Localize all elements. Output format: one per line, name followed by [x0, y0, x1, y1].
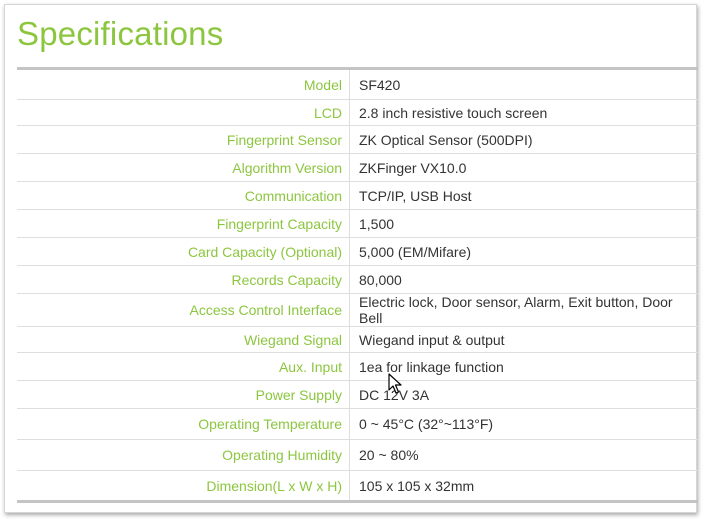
spec-label: Communication [17, 181, 350, 210]
spec-label: Operating Temperature [17, 408, 350, 440]
spec-label: Power Supply [17, 380, 350, 409]
spec-row: Wiegand Signal Wiegand input & output [17, 326, 698, 353]
spec-row: Fingerprint Sensor ZK Optical Sensor (500… [17, 125, 698, 154]
spec-value: Wiegand input & output [349, 326, 698, 353]
spec-value: 1,500 [349, 209, 698, 238]
spec-row: LCD 2.8 inch resistive touch screen [17, 99, 698, 126]
spec-row: Model SF420 [17, 68, 698, 100]
spec-value: TCP/IP, USB Host [349, 181, 698, 210]
spec-value: 80,000 [349, 265, 698, 294]
spec-row: Records Capacity 80,000 [17, 265, 698, 294]
spec-label: Operating Humidity [17, 439, 350, 471]
mouse-pointer-icon [388, 373, 402, 394]
spec-row: Fingerprint Capacity 1,500 [17, 209, 698, 238]
spec-row: Communication TCP/IP, USB Host [17, 181, 698, 210]
spec-label: Access Control Interface [17, 293, 350, 327]
spec-row: Algorithm Version ZKFinger VX10.0 [17, 153, 698, 182]
spec-label: LCD [17, 99, 350, 126]
spec-table: Model SF420 LCD 2.8 inch resistive touch sc… [17, 67, 698, 503]
spec-value: ZK Optical Sensor (500DPI) [349, 125, 698, 154]
spec-row: Power Supply DC 12V 3A [17, 380, 698, 409]
spec-value: Electric lock, Door sensor, Alarm, Exit … [349, 293, 698, 327]
spec-row: Card Capacity (Optional) 5,000 (EM/Mifare… [17, 237, 698, 266]
spec-value: ZKFinger VX10.0 [349, 153, 698, 182]
spec-label: Records Capacity [17, 265, 350, 294]
spec-row: Operating Temperature 0 ~ 45°C (32°~113°F… [17, 408, 698, 440]
spec-value: 0 ~ 45°C (32°~113°F) [349, 408, 698, 440]
spec-value: 105 x 105 x 32mm [359, 477, 475, 494]
spec-label: Wiegand Signal [17, 326, 350, 353]
spec-label: Fingerprint Capacity [17, 209, 350, 238]
spec-label: Model [17, 68, 350, 100]
spec-row: Aux. Input 1ea for linkage function [17, 352, 698, 381]
spec-value: SF420 [349, 68, 698, 100]
spec-value: 20 ~ 80% [349, 439, 698, 471]
spec-row: Dimension(L x W x H) 105 x 105 x 32mm [17, 470, 698, 502]
spec-value: 2.8 inch resistive touch screen [349, 99, 698, 126]
spec-label: Dimension(L x W x H) [17, 470, 350, 502]
spec-label: Fingerprint Sensor [17, 125, 350, 154]
spec-row: Operating Humidity 20 ~ 80% [17, 439, 698, 471]
specifications-panel: Specifications Model SF420 LCD 2.8 inch res… [4, 4, 698, 513]
spec-label: Card Capacity (Optional) [17, 237, 350, 266]
spec-value: 5,000 (EM/Mifare) [349, 237, 698, 266]
spec-row: Access Control Interface Electric lock, D… [17, 293, 698, 327]
page-title: Specifications [17, 15, 224, 52]
spec-label: Aux. Input [17, 352, 350, 381]
spec-label: Algorithm Version [17, 153, 350, 182]
